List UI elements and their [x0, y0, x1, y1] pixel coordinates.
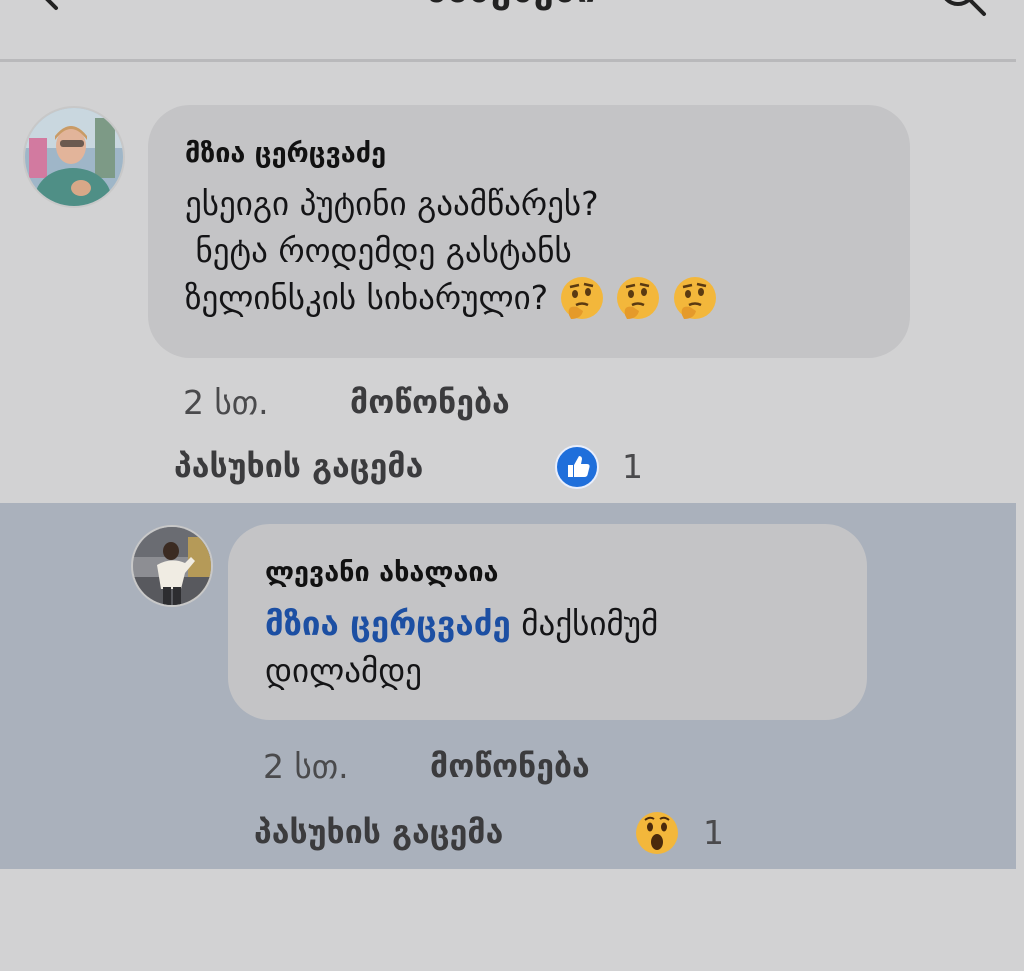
- reaction-count[interactable]: 1: [703, 813, 724, 852]
- thinking-face-icon: [560, 276, 603, 319]
- like-icon[interactable]: [555, 445, 599, 489]
- reply-timestamp: 2 სთ.: [263, 747, 349, 786]
- reply-text: მზია ცერცვაძე მაქსიმუმ დილამდე: [265, 600, 658, 694]
- avatar[interactable]: [23, 106, 125, 208]
- thinking-face-icon: [673, 276, 716, 319]
- comment-text-line-1: ესეიგი პუტინი გაამწარეს?: [185, 184, 599, 223]
- thinking-emoji-group: [559, 275, 718, 325]
- reply-text-line-1: მზია ცერცვაძე მაქსიმუმ: [265, 600, 658, 647]
- comment-text-line-3: ზელინსკის სიხარული?: [185, 274, 718, 325]
- reply-button[interactable]: პასუხის გაცემა: [254, 813, 503, 851]
- comment-text: ესეიგი პუტინი გაამწარეს? ნეტა როდემდე გა…: [185, 180, 718, 325]
- like-button[interactable]: მოწონება: [430, 747, 590, 785]
- comment-text-line-3-text: ზელინსკის სიხარული?: [185, 278, 549, 317]
- reply-text-line-1-rest: მაქსიმუმ: [510, 604, 659, 643]
- page-title: პასუხები: [0, 0, 1024, 11]
- reply-text-line-2: დილამდე: [265, 651, 422, 690]
- wow-icon[interactable]: [635, 811, 679, 855]
- comment-timestamp: 2 სთ.: [183, 383, 269, 422]
- search-icon[interactable]: [938, 0, 988, 20]
- comment-author[interactable]: მზია ცერცვაძე: [185, 138, 386, 169]
- like-button[interactable]: მოწონება: [350, 383, 510, 421]
- comment-text-line-2: ნეტა როდემდე გასტანს: [185, 231, 572, 270]
- top-bar: პასუხები: [0, 0, 1024, 60]
- mention-link[interactable]: მზია ცერცვაძე: [265, 604, 511, 643]
- thinking-face-icon: [617, 276, 660, 319]
- reply-author[interactable]: ლევანი ახალაია: [265, 557, 498, 588]
- reply-button[interactable]: პასუხის გაცემა: [174, 447, 423, 485]
- header-divider: [0, 59, 1016, 62]
- reaction-count[interactable]: 1: [622, 447, 643, 486]
- avatar[interactable]: [131, 525, 213, 607]
